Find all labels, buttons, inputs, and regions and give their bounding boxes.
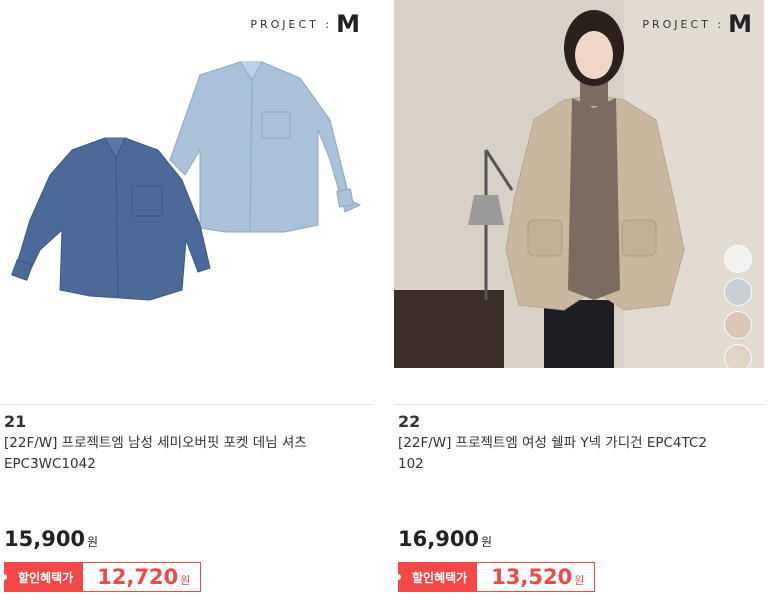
product-title-line2[interactable]: 102 [398, 454, 756, 475]
color-swatch[interactable] [724, 344, 752, 368]
product-title[interactable]: [22F/W] 프로젝트엠 남성 세미오버핏 포켓 데님 셔츠 EPC3WC10… [4, 433, 364, 475]
card-divider [0, 404, 372, 405]
brand-logo: PROJECT : M [250, 12, 360, 36]
product-rank: 21 [4, 412, 27, 431]
discount-price-unit: 원 [574, 574, 585, 587]
card-divider [394, 404, 764, 405]
discount-price-unit: 원 [180, 574, 191, 587]
brand-logo-mark: M [336, 10, 360, 38]
original-price-value: 16,900 [398, 527, 480, 551]
product-title[interactable]: [22F/W] 프로젝트엠 여성 쉘파 Y넥 가디건 EPC4TC2 102 [398, 433, 756, 475]
original-price-unit: 원 [481, 535, 493, 549]
color-swatch[interactable] [724, 311, 752, 339]
product-card[interactable]: PROJECT : M 21 [22F/W] 프로젝트엠 남성 세미오버핏 포켓… [0, 0, 372, 610]
discount-price-value: 12,720 [97, 565, 179, 589]
product-image-sherpa-cardigan[interactable]: PROJECT : M [394, 0, 764, 368]
product-rank: 22 [398, 412, 421, 431]
product-image-denim-shirts[interactable]: PROJECT : M [0, 0, 372, 368]
label-dot [1, 574, 7, 580]
discount-label: 할인혜택가 [395, 562, 478, 592]
discount-label-text: 할인혜택가 [18, 570, 74, 585]
product-card[interactable]: PROJECT : M 22 [22F/W] 프로젝트엠 여성 쉘파 Y넥 가디… [394, 0, 764, 610]
color-swatches [724, 245, 752, 368]
discount-price-box: 할인혜택가 12,720 원 [1, 562, 202, 592]
brand-logo: PROJECT : M [642, 12, 752, 36]
discount-label: 할인혜택가 [1, 562, 84, 592]
sherpa-cardigan-photo [394, 0, 764, 368]
discount-price-value: 13,520 [491, 565, 573, 589]
label-dot [395, 574, 401, 580]
discount-price: 13,520 원 [477, 562, 596, 592]
discount-price: 12,720 원 [83, 562, 202, 592]
discount-price-box: 할인혜택가 13,520 원 [395, 562, 596, 592]
product-title-line2[interactable]: EPC3WC1042 [4, 454, 364, 475]
brand-logo-text: PROJECT : [250, 17, 333, 31]
original-price-unit: 원 [87, 535, 99, 549]
color-swatch[interactable] [724, 245, 752, 273]
light-denim-shirt [169, 61, 362, 233]
color-swatch[interactable] [724, 278, 752, 306]
original-price: 15,900 원 [4, 527, 98, 551]
brand-logo-text: PROJECT : [642, 17, 725, 31]
brand-logo-mark: M [728, 10, 752, 38]
original-price: 16,900 원 [398, 527, 492, 551]
denim-shirts-illustration [11, 61, 362, 301]
original-price-value: 15,900 [4, 527, 86, 551]
sofa [394, 290, 504, 368]
product-title-line1[interactable]: [22F/W] 프로젝트엠 남성 세미오버핏 포켓 데님 셔츠 [4, 433, 364, 454]
discount-label-text: 할인혜택가 [412, 570, 468, 585]
product-title-line1[interactable]: [22F/W] 프로젝트엠 여성 쉘파 Y넥 가디건 EPC4TC2 [398, 433, 756, 454]
